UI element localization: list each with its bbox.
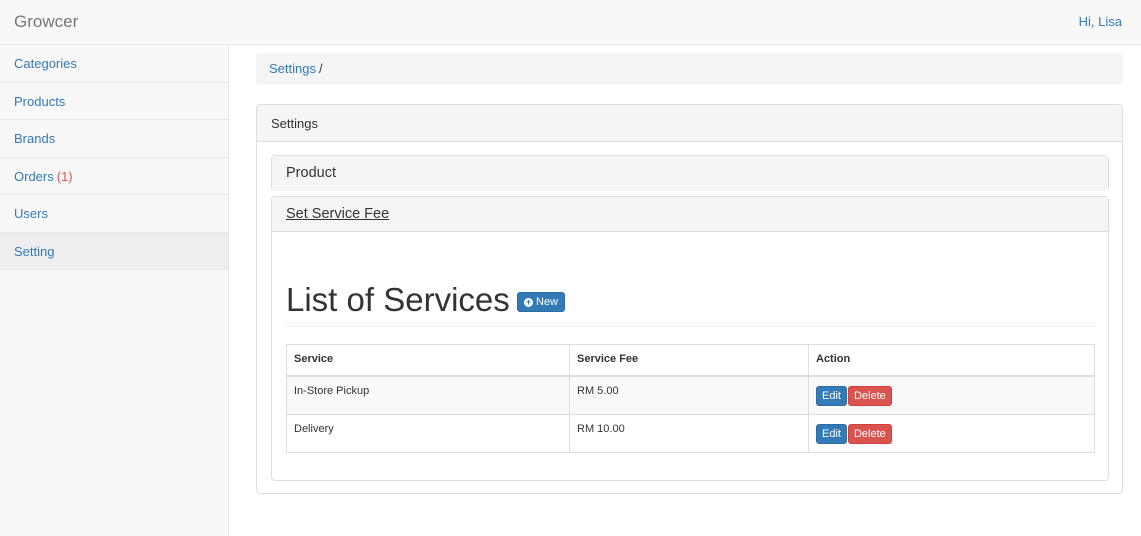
service-fee-cell: RM 5.00 [569,375,809,415]
edit-button[interactable]: Edit [816,385,847,406]
sidebar-item-label: Brands [14,131,56,146]
sidebar-item-label: Categories [14,56,77,71]
column-header-action: Action [808,344,1095,377]
sidebar: Categories Products Brands Orders (1) Use… [0,45,229,536]
settings-panel-title: Settings [257,105,1122,142]
accordion-service-fee: Set Service Fee List of Services + New S… [271,196,1109,481]
service-fee-cell: RM 10.00 [569,413,809,453]
sidebar-item-users[interactable]: Users [0,195,228,233]
accordion-service-fee-toggle[interactable]: Set Service Fee [272,197,1108,232]
sidebar-item-setting[interactable]: Setting [0,232,228,270]
sidebar-item-orders[interactable]: Orders (1) [0,158,228,195]
sidebar-item-brands[interactable]: Brands [0,120,228,158]
table-row: Delivery RM 10.00 Edit Delete [286,413,1095,453]
user-menu-link[interactable]: Hi, Lisa [1079,14,1122,29]
services-table: Service Service Fee Action In-Store Pick… [286,344,1095,453]
accordion-product: Product [271,155,1109,191]
sidebar-item-label: Setting [14,243,55,259]
edit-button[interactable]: Edit [816,423,847,444]
breadcrumb: Settings / [256,53,1123,85]
breadcrumb-settings-link[interactable]: Settings [269,61,316,76]
service-name-cell: In-Store Pickup [286,375,570,415]
service-name-cell: Delivery [286,413,570,453]
column-header-service: Service [286,344,570,377]
services-heading: List of Services [286,281,510,318]
delete-button[interactable]: Delete [847,423,892,444]
settings-panel: Settings Product Set Service Fee List of… [256,104,1123,494]
brand-logo[interactable]: Growcer [14,12,78,32]
sidebar-item-label: Users [14,206,48,221]
top-navbar: Growcer Hi, Lisa [0,0,1141,45]
table-header-row: Service Service Fee Action [286,344,1095,377]
orders-count-badge: (1) [56,168,73,184]
new-service-button[interactable]: + New [517,292,566,312]
breadcrumb-separator: / [318,61,323,76]
sidebar-item-label: Products [14,93,66,109]
action-cell: Edit Delete [808,413,1095,453]
sidebar-item-categories[interactable]: Categories [0,45,228,83]
sidebar-item-products[interactable]: Products [0,83,228,120]
accordion-service-fee-label: Set Service Fee [286,206,390,222]
services-header: List of Services + New [286,281,1094,327]
table-row: In-Store Pickup RM 5.00 Edit Delete [286,375,1095,415]
sidebar-item-label: Orders [14,168,54,184]
new-service-button-label: New [536,296,559,308]
delete-button[interactable]: Delete [847,385,892,406]
accordion-product-label: Product [286,165,336,181]
action-cell: Edit Delete [808,375,1095,415]
column-header-service-fee: Service Fee [569,344,809,377]
accordion-product-toggle[interactable]: Product [272,156,1108,191]
plus-circle-icon: + [524,296,533,307]
